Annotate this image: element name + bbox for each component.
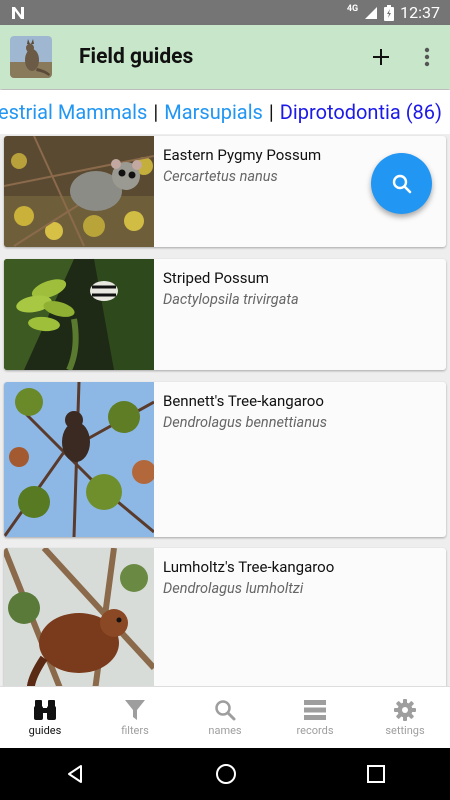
system-navigation-bar: [0, 748, 450, 800]
clock: 12:37: [400, 3, 440, 22]
scientific-name: Dendrolagus bennettianus: [163, 414, 327, 431]
app-bar: Field guides: [0, 25, 450, 89]
breadcrumb-separator: |: [268, 100, 274, 124]
app-logo: [10, 36, 52, 78]
status-bar: 4G 12:37: [0, 0, 450, 25]
back-icon[interactable]: [65, 764, 85, 784]
species-photo: [4, 548, 154, 686]
list-icon: [304, 700, 326, 720]
nav-item-names[interactable]: names: [180, 687, 270, 749]
common-name: Striped Possum: [163, 269, 269, 287]
breadcrumb: restrial Mammals | Marsupials | Diprotod…: [0, 90, 450, 134]
nav-label: settings: [385, 724, 425, 737]
breadcrumb-separator: |: [153, 100, 159, 124]
nav-label: records: [296, 724, 334, 737]
species-card[interactable]: Striped Possum Dactylopsila trivirgata: [4, 259, 446, 370]
breadcrumb-item-terrestrial-mammals[interactable]: restrial Mammals: [0, 100, 147, 124]
common-name: Lumholtz's Tree-kangaroo: [163, 558, 335, 576]
search-icon: [392, 174, 411, 193]
battery-icon: [384, 4, 395, 21]
species-card[interactable]: Bennett's Tree-kangaroo Dendrolagus benn…: [4, 382, 446, 537]
gear-icon: [394, 699, 416, 721]
species-card[interactable]: Lumholtz's Tree-kangaroo Dendrolagus lum…: [4, 548, 446, 686]
page-title: Field guides: [79, 45, 194, 69]
breadcrumb-item-diprotodontia[interactable]: Diprotodontia (86): [280, 100, 442, 124]
scientific-name: Dactylopsila trivirgata: [163, 291, 299, 308]
species-photo: [4, 382, 154, 537]
nav-label: names: [208, 724, 242, 737]
nav-label: guides: [28, 724, 62, 737]
common-name: Bennett's Tree-kangaroo: [163, 392, 324, 410]
nav-item-filters[interactable]: filters: [90, 687, 180, 749]
species-photo: [4, 136, 154, 247]
scientific-name: Dendrolagus lumholtzi: [163, 580, 304, 597]
recents-icon[interactable]: [367, 765, 385, 783]
species-list: Eastern Pygmy Possum Cercartetus nanus S…: [0, 134, 450, 686]
nav-label: filters: [121, 724, 149, 737]
nav-item-guides[interactable]: guides: [0, 687, 90, 749]
search-fab-button[interactable]: [371, 153, 432, 214]
nav-item-records[interactable]: records: [270, 687, 360, 749]
home-icon[interactable]: [215, 763, 237, 785]
search-icon: [215, 700, 236, 721]
overflow-menu-button[interactable]: [404, 34, 450, 80]
filter-icon: [125, 700, 145, 720]
binoculars-icon: [34, 700, 56, 720]
breadcrumb-item-marsupials[interactable]: Marsupials: [164, 100, 263, 124]
notification-n-icon: [12, 6, 24, 19]
bottom-navigation: guides filters names records settings: [0, 686, 450, 749]
nav-item-settings[interactable]: settings: [360, 687, 450, 749]
add-button[interactable]: [358, 34, 404, 80]
more-vert-icon: [424, 47, 430, 67]
signal-icon: [365, 6, 378, 19]
network-type-label: 4G: [346, 3, 359, 14]
species-photo: [4, 259, 154, 370]
plus-icon: [373, 49, 389, 65]
